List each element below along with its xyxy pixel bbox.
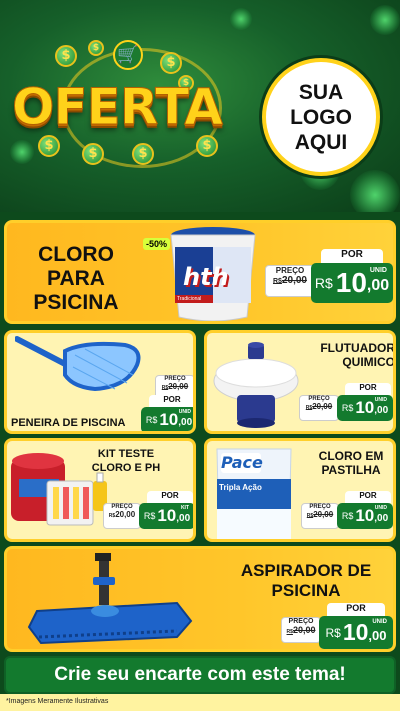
unit-label: UNID <box>374 397 387 403</box>
pool-vacuum-head-image <box>27 553 193 645</box>
new-price-box: UNID R$ 10 ,00 <box>141 407 193 431</box>
product-card-flutuador[interactable]: FLUTUADOR QUIMICO PREÇO R$20,00 POR UNID… <box>204 330 396 434</box>
dollar-coin-icon: $ <box>196 135 218 157</box>
price-integer: 10 <box>159 410 179 429</box>
new-price-box: UNID R$ 10 ,00 <box>311 263 393 303</box>
old-price-label: PREÇO <box>275 266 305 275</box>
por-label: POR <box>345 383 391 395</box>
old-price-value: 20,00 <box>168 382 189 391</box>
pool-net-image <box>15 336 141 392</box>
pace-sub-label: Tripla Ação <box>219 483 262 492</box>
price-decimal: ,00 <box>176 512 191 524</box>
unit-label: UNID <box>372 619 387 625</box>
old-price-box: PREÇO R$20,00 <box>281 617 321 643</box>
price-decimal: ,00 <box>374 512 389 524</box>
currency-symbol: R$ <box>341 511 354 521</box>
dollar-coin-icon: $ <box>38 135 60 157</box>
product-card-peneira[interactable]: PENEIRA DE PISCINA PREÇO R$20,00 POR UNI… <box>4 330 196 434</box>
new-price-box: UNID R$ 10 ,00 <box>319 616 393 649</box>
product-name: QUIMICO <box>342 355 395 369</box>
hth-sub-label: Tradicional <box>177 296 202 302</box>
unit-label: UNID <box>178 409 191 415</box>
price-integer: 10 <box>342 619 369 645</box>
old-price-box: PREÇO R$20,00 <box>103 503 141 529</box>
product-card-aspirador[interactable]: ASPIRADOR DE PSICINA PREÇO R$20,00 POR U… <box>4 546 396 652</box>
product-name: ASPIRADOR DE <box>240 561 372 580</box>
old-price-value: 20,00 <box>292 625 316 635</box>
header-banner: 🛒 $ $ $ $ $ $ $ $ OFERTA SUA LOGO AQUI <box>0 0 400 212</box>
disclaimer-text: *Imagens Meramente Ilustrativas <box>6 698 109 705</box>
currency-symbol: R$ <box>325 625 341 640</box>
price-integer: 10 <box>157 506 177 525</box>
new-price-box: KIT R$ 10 ,00 <box>139 503 193 529</box>
product-name: PSICINA <box>271 581 341 600</box>
old-price-value: 20,00 <box>281 275 307 286</box>
product-card-cloro-pastilha[interactable]: Pace Tripla Ação CLORO EM PASTILHA PREÇO… <box>204 438 396 542</box>
product-name: CLORO <box>38 243 114 266</box>
chemical-floater-image <box>213 342 299 428</box>
price-integer: 10 <box>355 398 375 417</box>
currency-symbol: R$ <box>143 511 156 521</box>
dollar-coin-icon: $ <box>82 143 104 165</box>
product-name: PARA <box>47 267 105 290</box>
logo-line: LOGO <box>290 105 352 129</box>
logo-placeholder[interactable]: SUA LOGO AQUI <box>262 58 380 176</box>
new-price-box: UNID R$ 10 ,00 <box>337 503 393 529</box>
product-card-kit-teste[interactable]: KIT TESTE CLORO E PH PREÇO R$20,00 POR K… <box>4 438 196 542</box>
por-label: POR <box>345 491 391 503</box>
shopping-cart-icon: 🛒 <box>113 40 143 70</box>
por-label: POR <box>321 249 383 263</box>
dollar-coin-icon: $ <box>55 45 77 67</box>
discount-badge: -50% <box>143 238 171 250</box>
por-label: POR <box>327 603 385 616</box>
logo-line: SUA <box>298 80 344 104</box>
old-price-box: PREÇO R$20,00 <box>265 265 315 297</box>
bokeh-light <box>370 5 400 35</box>
price-decimal: ,00 <box>368 627 387 643</box>
por-label: POR <box>149 395 193 407</box>
bokeh-light <box>230 8 252 30</box>
old-price-value: 20,00 <box>115 510 136 519</box>
old-price-currency: R$ <box>273 278 282 285</box>
dollar-coin-icon: $ <box>160 52 182 74</box>
price-decimal: ,00 <box>366 277 390 294</box>
unit-label: UNID <box>374 505 387 511</box>
product-card-cloro[interactable]: CLORO PARA PSICINA hth Tradicional -50% … <box>4 220 396 324</box>
hth-brand-label: hth <box>183 263 229 291</box>
product-name: PSICINA <box>33 291 119 314</box>
cta-banner[interactable]: Crie seu encarte com este tema! <box>4 656 396 694</box>
dollar-coin-icon: $ <box>132 143 154 165</box>
old-price-value: 20,00 <box>313 510 334 519</box>
bokeh-light <box>350 170 400 212</box>
pace-brand-label: Pace <box>221 453 263 472</box>
new-price-box: UNID R$ 10 ,00 <box>337 395 393 421</box>
old-price-box: PREÇO R$20,00 <box>299 395 339 421</box>
price-decimal: ,00 <box>374 404 389 416</box>
currency-symbol: R$ <box>145 415 158 425</box>
currency-symbol: R$ <box>314 275 333 291</box>
currency-symbol: R$ <box>341 403 354 413</box>
product-name: PASTILHA <box>321 463 381 477</box>
product-name: CLORO E PH <box>91 462 161 474</box>
price-integer: 10 <box>335 267 367 298</box>
product-name: KIT TESTE <box>97 448 155 460</box>
old-price-box: PREÇO R$20,00 <box>301 503 339 529</box>
bokeh-light <box>10 140 34 164</box>
old-price-value: 20,00 <box>312 402 333 411</box>
price-decimal: ,00 <box>178 416 193 428</box>
price-integer: 10 <box>355 506 375 525</box>
old-price-label: PREÇO <box>288 618 314 625</box>
por-label: POR <box>147 491 193 503</box>
dollar-coin-icon: $ <box>88 40 104 56</box>
product-name: PENEIRA DE PISCINA <box>11 417 126 429</box>
product-name: CLORO EM <box>318 449 384 463</box>
offer-title: OFERTA <box>12 78 224 137</box>
logo-line: AQUI <box>294 130 348 154</box>
product-name: FLUTUADOR <box>320 341 395 355</box>
unit-label: KIT <box>180 505 189 511</box>
unit-label: UNID <box>369 267 387 274</box>
